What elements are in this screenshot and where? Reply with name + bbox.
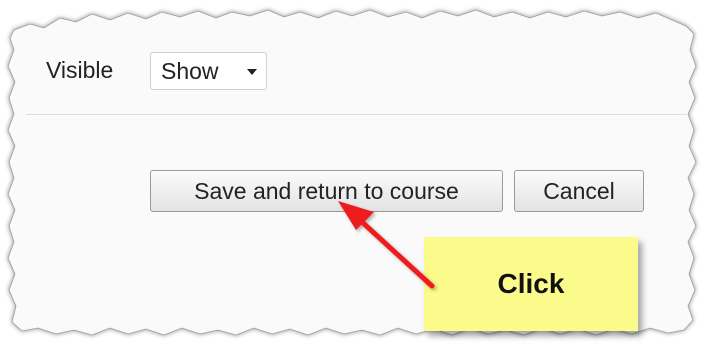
chevron-down-icon [247, 69, 257, 75]
visible-select-value: Show [161, 57, 219, 84]
screenshot-stage: Visible Show Save and return to course C… [0, 0, 703, 351]
visible-label: Visible [46, 57, 114, 83]
cancel-button[interactable]: Cancel [514, 170, 644, 212]
callout-text: Click [497, 268, 565, 299]
visible-select[interactable]: Show [150, 52, 267, 90]
save-and-return-button[interactable]: Save and return to course [150, 170, 503, 212]
click-callout: Click [424, 237, 638, 331]
section-divider [26, 114, 686, 115]
